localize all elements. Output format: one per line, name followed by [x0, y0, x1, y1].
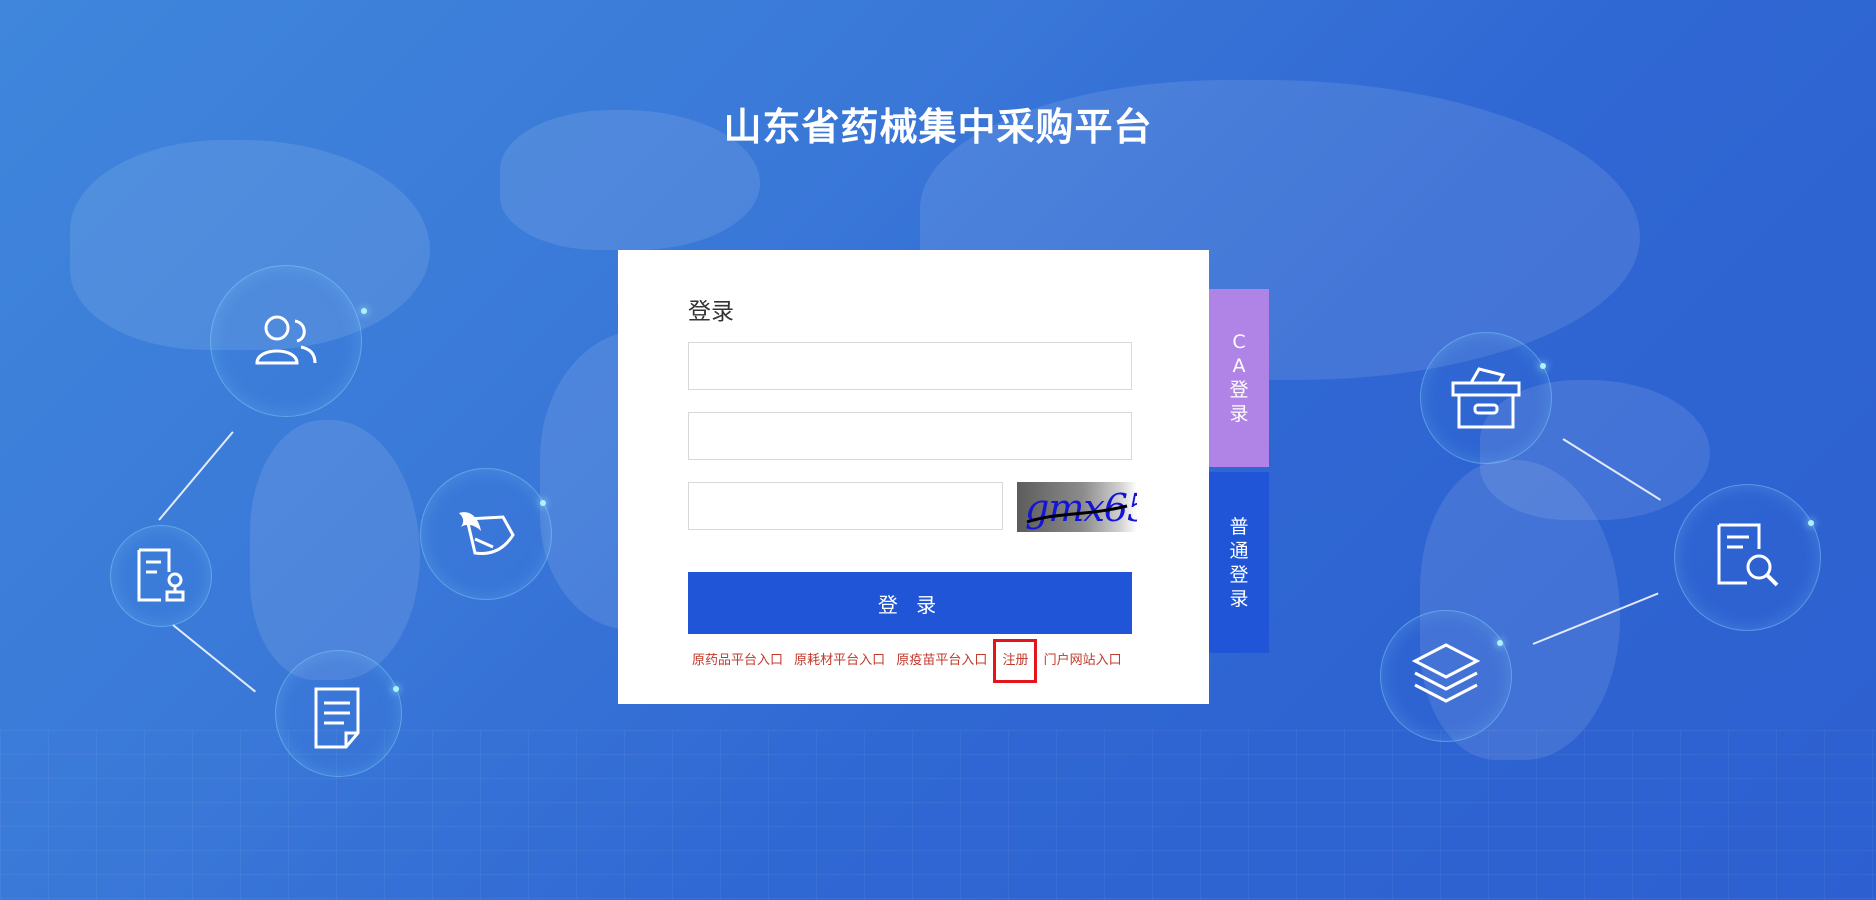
grid-floor	[0, 730, 1876, 900]
link-old-vaccine-platform[interactable]: 原疫苗平台入口	[896, 649, 987, 673]
page-title: 山东省药械集中采购平台	[723, 105, 1153, 149]
document-icon	[314, 687, 360, 749]
document-node	[275, 650, 402, 777]
layers-node	[1380, 610, 1512, 742]
link-old-drug-platform[interactable]: 原药品平台入口	[692, 649, 783, 673]
seal-document-node	[110, 525, 212, 627]
login-page: 山东省药械集中采购平台 登录 gmx6 登 录 原药品平台入口 原耗材平台入口 …	[0, 0, 1876, 900]
map-continent-south-america	[250, 420, 420, 680]
tab-ca-login-label: CA登录	[1229, 331, 1249, 425]
users-icon	[255, 315, 317, 365]
connector-line	[172, 624, 257, 693]
login-heading: 登录	[688, 299, 734, 325]
tab-normal-login-label: 普通登录	[1229, 515, 1249, 610]
username-input[interactable]	[688, 342, 1132, 390]
link-old-consumables-platform[interactable]: 原耗材平台入口	[794, 649, 885, 673]
archive-box-node	[1420, 332, 1552, 464]
captcha-noise-line	[1026, 504, 1128, 524]
quill-icon	[459, 512, 515, 555]
glow-dot	[361, 308, 367, 314]
quill-node	[420, 468, 552, 600]
glow-dot	[393, 686, 399, 692]
password-input[interactable]	[688, 412, 1132, 460]
archive-box-icon	[1451, 367, 1521, 429]
connector-line	[158, 431, 234, 521]
glow-dot	[540, 500, 546, 506]
login-button[interactable]: 登 录	[688, 572, 1132, 634]
link-register[interactable]: 注册	[993, 639, 1038, 683]
link-portal-website[interactable]: 门户网站入口	[1044, 649, 1122, 673]
login-card: 登录 gmx65 登 录 原药品平台入口 原耗材平台入口 原疫苗平台入口 注册 …	[618, 250, 1209, 704]
captcha-image[interactable]: gmx65	[1017, 482, 1137, 532]
captcha-input[interactable]	[688, 482, 1003, 530]
search-document-node	[1674, 484, 1821, 631]
tab-normal-login[interactable]: 普通登录	[1209, 472, 1269, 653]
search-document-icon	[1717, 523, 1779, 587]
layers-icon	[1411, 643, 1481, 703]
tab-ca-login[interactable]: CA登录	[1209, 289, 1269, 467]
users-node	[210, 265, 362, 417]
glow-dot	[1540, 363, 1546, 369]
glow-dot	[1497, 640, 1503, 646]
portal-links: 原药品平台入口 原耗材平台入口 原疫苗平台入口 注册 门户网站入口	[692, 639, 1129, 683]
glow-dot	[1808, 520, 1814, 526]
seal-document-icon	[137, 548, 185, 602]
